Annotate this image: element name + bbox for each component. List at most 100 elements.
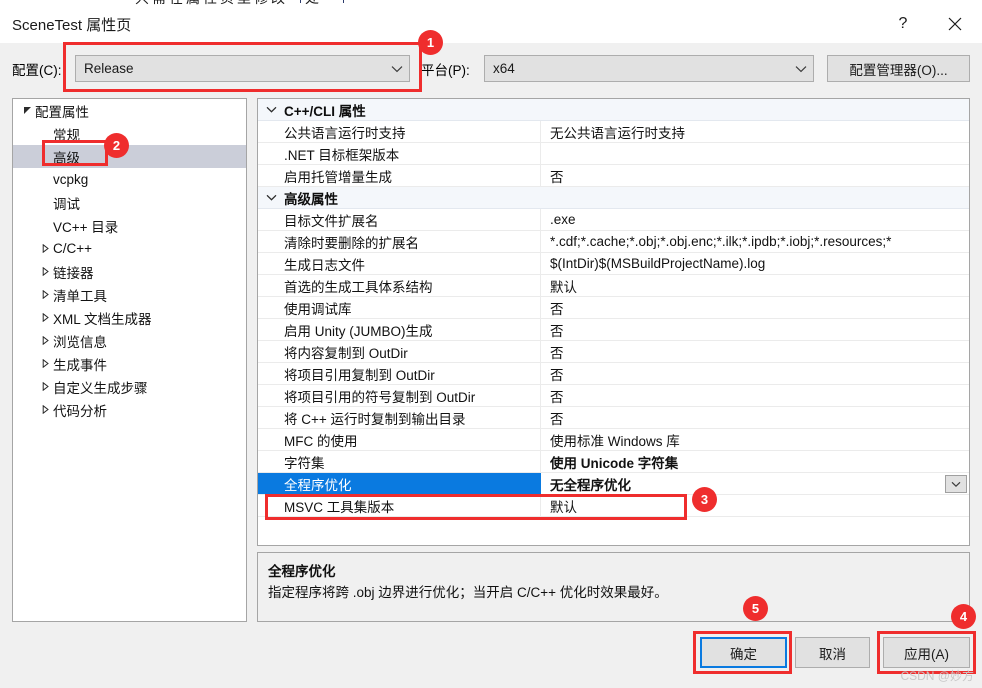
property-name: 全程序优化 (258, 473, 541, 494)
tree-item-label: 配置属性 (35, 104, 89, 120)
platform-select[interactable]: x64 (484, 55, 814, 82)
ok-button[interactable]: 确定 (700, 637, 787, 668)
property-value[interactable]: .exe (541, 209, 969, 230)
chevron-down-icon[interactable] (258, 194, 284, 201)
tree-item-label: 链接器 (53, 265, 94, 281)
help-icon[interactable]: ? (880, 5, 926, 43)
chevron-collapsed-icon[interactable] (37, 336, 53, 345)
tree-item[interactable]: 代码分析 (13, 398, 246, 421)
property-name: 启用 Unity (JUMBO)生成 (258, 319, 541, 340)
property-value[interactable]: 否 (541, 165, 969, 186)
property-name: 将 C++ 运行时复制到输出目录 (258, 407, 541, 428)
tree-item[interactable]: 配置属性 (13, 99, 246, 122)
property-value[interactable]: 否 (541, 341, 969, 362)
tree-item[interactable]: C/C++ (13, 237, 246, 260)
tree-item[interactable]: 常规 (13, 122, 246, 145)
property-value[interactable]: *.cdf;*.cache;*.obj;*.obj.enc;*.ilk;*.ip… (541, 231, 969, 252)
property-name: MFC 的使用 (258, 429, 541, 450)
property-row[interactable]: 全程序优化 无全程序优化 (258, 473, 969, 495)
property-row[interactable]: 启用 Unity (JUMBO)生成否 (258, 319, 969, 341)
property-value[interactable]: 否 (541, 319, 969, 340)
property-category-label: 高级属性 (284, 191, 338, 207)
tree-item[interactable]: 清单工具 (13, 283, 246, 306)
chevron-collapsed-icon[interactable] (37, 313, 53, 322)
tree-item-label: VC++ 目录 (53, 219, 119, 235)
property-name: 启用托管增量生成 (258, 165, 541, 186)
tree-item[interactable]: 链接器 (13, 260, 246, 283)
tree-item-label: 调试 (53, 196, 80, 212)
configuration-tree[interactable]: 配置属性常规高级 vcpkg 调试 VC++ 目录 C/C++ 链接器清单工具 XML 文档… (12, 98, 247, 622)
property-value[interactable]: 默认 (541, 495, 969, 516)
tree-item[interactable]: 自定义生成步骤 (13, 375, 246, 398)
platform-value: x64 (493, 61, 515, 76)
property-row[interactable]: 清除时要删除的扩展名 *.cdf;*.cache;*.obj;*.obj.enc;… (258, 231, 969, 253)
tree-item-label: 生成事件 (53, 357, 107, 373)
chevron-collapsed-icon[interactable] (37, 359, 53, 368)
tree-item[interactable]: 浏览信息 (13, 329, 246, 352)
configuration-manager-button[interactable]: 配置管理器(O)... (827, 55, 970, 82)
tree-item[interactable]: 高级 (13, 145, 246, 168)
property-row[interactable]: 使用调试库否 (258, 297, 969, 319)
configuration-select[interactable]: Release (75, 55, 410, 82)
configuration-label: 配置(C): (12, 63, 62, 78)
property-name: 生成日志文件 (258, 253, 541, 274)
property-grid[interactable]: C++/CLI 属性 公共语言运行时支持 无公共语言运行时支持 .NET 目标框架版本… (257, 98, 970, 546)
property-row[interactable]: 将内容复制到 OutDir 否 (258, 341, 969, 363)
property-row[interactable]: 将项目引用复制到 OutDir 否 (258, 363, 969, 385)
tree-item[interactable]: VC++ 目录 (13, 214, 246, 237)
chevron-expanded-icon[interactable] (19, 106, 35, 115)
close-icon[interactable] (932, 5, 978, 43)
apply-button[interactable]: 应用(A) (883, 637, 970, 668)
background-scrap-box (300, 0, 344, 3)
property-row[interactable]: MFC 的使用 使用标准 Windows 库 (258, 429, 969, 451)
property-name: 将项目引用的符号复制到 OutDir (258, 385, 541, 406)
tree-item-label: 高级 (53, 150, 80, 166)
tree-item-label: 代码分析 (53, 403, 107, 419)
property-value[interactable]: 无全程序优化 (541, 473, 969, 494)
chevron-down-icon[interactable] (258, 106, 284, 113)
property-row[interactable]: 生成日志文件 $(IntDir)$(MSBuildProjectName).log (258, 253, 969, 275)
title-bar: SceneTest 属性页 ? (0, 5, 982, 43)
property-row[interactable]: 将项目引用的符号复制到 OutDir 否 (258, 385, 969, 407)
description-title: 全程序优化 (268, 564, 336, 579)
property-value[interactable]: 无公共语言运行时支持 (541, 121, 969, 142)
property-value[interactable]: 使用 Unicode 字符集 (541, 451, 969, 472)
tree-item-label: 常规 (53, 127, 80, 143)
property-row[interactable]: 启用托管增量生成否 (258, 165, 969, 187)
property-name: 将项目引用复制到 OutDir (258, 363, 541, 384)
property-row[interactable]: 字符集 使用 Unicode 字符集 (258, 451, 969, 473)
tree-item[interactable]: XML 文档生成器 (13, 306, 246, 329)
property-row[interactable]: 公共语言运行时支持 无公共语言运行时支持 (258, 121, 969, 143)
property-value[interactable]: 否 (541, 385, 969, 406)
property-row[interactable]: 目标文件扩展名 .exe (258, 209, 969, 231)
tree-item[interactable]: 调试 (13, 191, 246, 214)
chevron-collapsed-icon[interactable] (37, 290, 53, 299)
tree-item[interactable]: vcpkg (13, 168, 246, 191)
property-row[interactable]: .NET 目标框架版本 (258, 143, 969, 165)
property-name: 字符集 (258, 451, 541, 472)
property-value[interactable]: 使用标准 Windows 库 (541, 429, 969, 450)
property-category-row[interactable]: C++/CLI 属性 (258, 99, 969, 121)
property-row[interactable]: 将 C++ 运行时复制到输出目录否 (258, 407, 969, 429)
chevron-collapsed-icon[interactable] (37, 244, 53, 253)
property-category-row[interactable]: 高级属性 (258, 187, 969, 209)
configuration-bar: 配置(C): Release 平台(P): x64 配置管理器(O)... (0, 43, 982, 96)
property-value[interactable]: 否 (541, 363, 969, 384)
property-row[interactable]: 首选的生成工具体系结构 默认 (258, 275, 969, 297)
tree-item-label: vcpkg (53, 172, 89, 187)
cancel-button[interactable]: 取消 (795, 637, 870, 668)
property-value[interactable]: 默认 (541, 275, 969, 296)
property-value[interactable]: $(IntDir)$(MSBuildProjectName).log (541, 253, 969, 274)
property-value-dropdown-button[interactable] (945, 475, 967, 493)
chevron-collapsed-icon[interactable] (37, 267, 53, 276)
property-value[interactable] (541, 143, 969, 164)
chevron-collapsed-icon[interactable] (37, 382, 53, 391)
property-name: 公共语言运行时支持 (258, 121, 541, 142)
property-value[interactable]: 否 (541, 407, 969, 428)
chevron-collapsed-icon[interactable] (37, 405, 53, 414)
property-name: .NET 目标框架版本 (258, 143, 541, 164)
property-row[interactable]: MSVC 工具集版本 默认 (258, 495, 969, 517)
property-value[interactable]: 否 (541, 297, 969, 318)
property-name: 首选的生成工具体系结构 (258, 275, 541, 296)
tree-item[interactable]: 生成事件 (13, 352, 246, 375)
